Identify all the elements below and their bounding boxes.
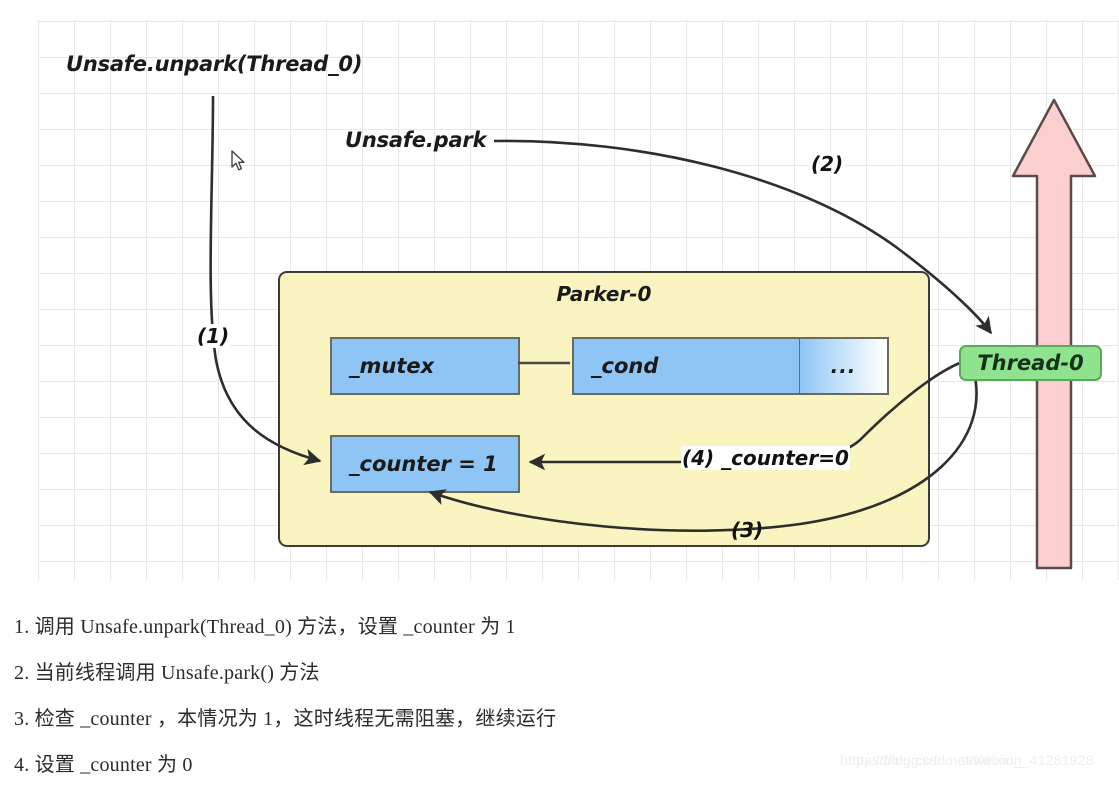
parker-title: Parker-0 (556, 282, 652, 306)
watermark: https://blog.csdn.net/weixin_ https://bl… (840, 752, 1093, 768)
step-marker-2: (2) (810, 152, 845, 176)
list-item: 3. 检查 _counter ，本情况为 1，这时线程无需阻塞，继续运行 (14, 708, 557, 730)
step-marker-4-counter-zero: (4) _counter=0 (681, 446, 850, 470)
thread-lifeline-arrow (1011, 98, 1097, 570)
field-mutex: _mutex (330, 337, 520, 395)
field-counter: _counter = 1 (330, 435, 520, 493)
list-item: 2. 当前线程调用 Unsafe.park() 方法 (14, 662, 320, 684)
diagram-canvas: Parker-0 _mutex _cond ... _counter = 1 U… (0, 0, 1119, 590)
list-item: 1. 调用 Unsafe.unpark(Thread_0) 方法，设置 _cou… (14, 616, 516, 638)
page-root: Parker-0 _mutex _cond ... _counter = 1 U… (0, 0, 1119, 785)
watermark-line-2: https://blog.csdn.net/weixin_41281928 (848, 752, 1094, 768)
field-more-ellipsis: ... (799, 337, 889, 395)
label-unsafe-park: Unsafe.park (345, 128, 487, 152)
field-cond: _cond (572, 337, 800, 395)
step-marker-1: (1) (196, 324, 231, 348)
parker-container: Parker-0 _mutex _cond ... _counter = 1 (278, 271, 930, 547)
thread-0-badge: Thread-0 (959, 345, 1102, 381)
step-marker-3: (3) (731, 518, 764, 542)
list-item: 4. 设置 _counter 为 0 (14, 754, 193, 776)
label-unsafe-unpark: Unsafe.unpark(Thread_0) (66, 52, 363, 76)
mouse-cursor-icon (231, 150, 245, 171)
